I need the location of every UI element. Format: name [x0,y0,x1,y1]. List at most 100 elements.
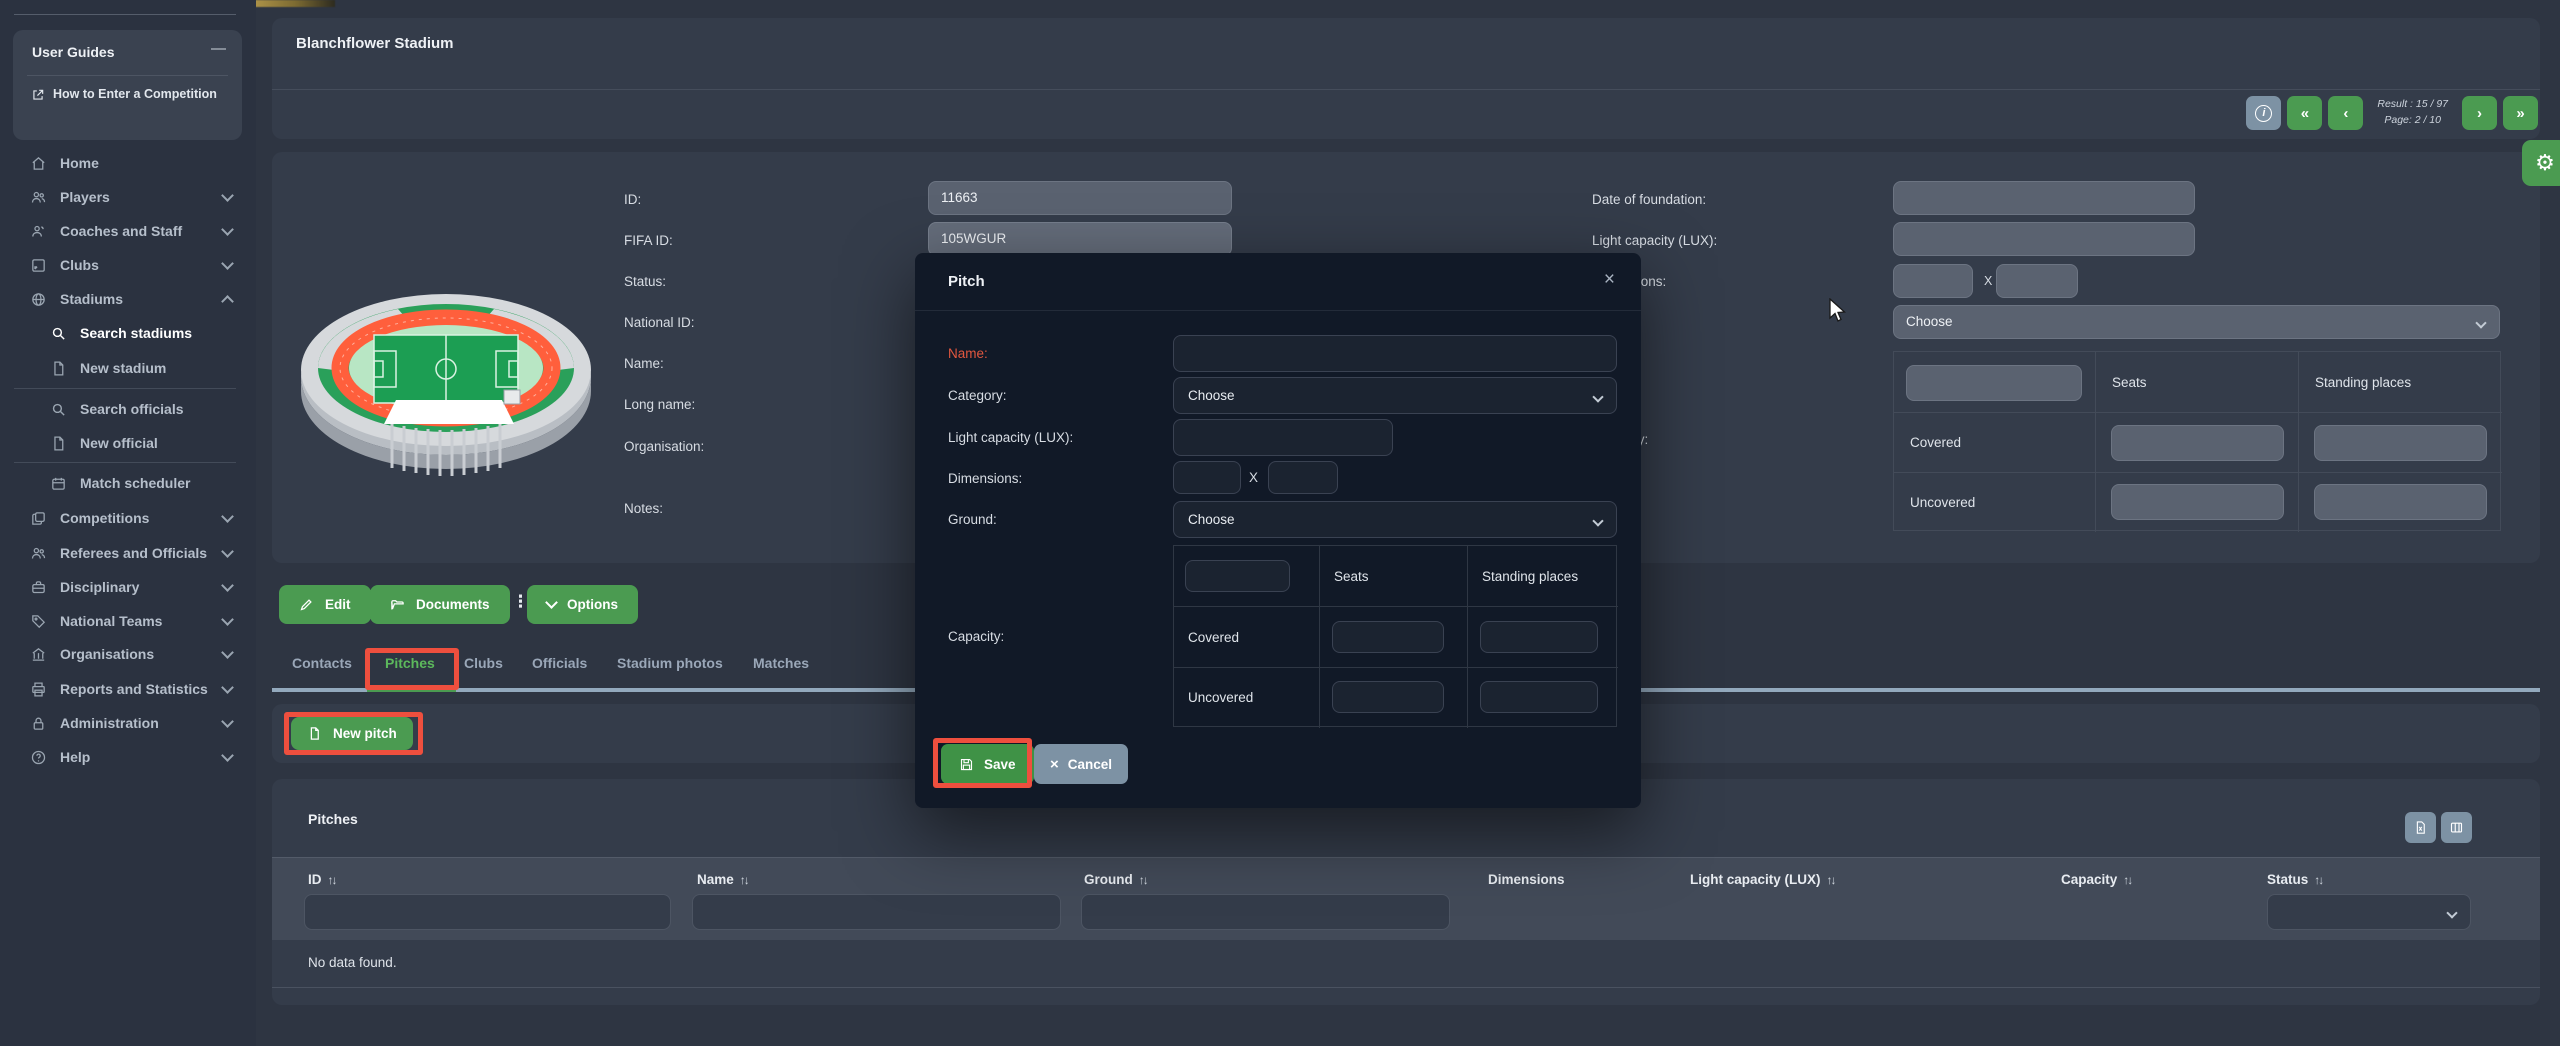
column-header-light-capacity[interactable]: Light capacity (LUX)↑↓ [1690,872,1835,887]
status-filter-select[interactable] [2267,894,2471,930]
column-header-status[interactable]: Status↑↓ [2267,872,2322,887]
pitch-category-label: Category: [948,388,1007,403]
sidebar-item-match-scheduler[interactable]: Match scheduler [0,466,256,500]
column-header-capacity[interactable]: Capacity↑↓ [2061,872,2131,887]
sidebar-item-new-stadium[interactable]: New stadium [0,351,256,385]
id-input[interactable]: 11663 [928,181,1232,215]
uncovered-standing-input[interactable] [1480,681,1598,713]
sidebar-item-competitions[interactable]: Competitions [0,501,256,535]
copy-icon [30,510,47,527]
prev-page-button[interactable]: ‹ [2328,96,2363,130]
first-page-button[interactable]: « [2287,96,2322,130]
notes-label: Notes: [624,501,663,516]
covered-seats-cell [1320,607,1468,668]
external-link-icon [31,88,45,107]
organisation-label: Organisation: [624,439,704,454]
close-icon[interactable]: × [1604,269,1615,291]
tab-officials[interactable]: Officials [532,655,587,671]
tab-contacts[interactable]: Contacts [292,655,352,671]
pitch-name-input[interactable] [1173,335,1617,372]
sidebar-item-help[interactable]: Help [0,740,256,774]
divider [14,462,236,463]
fifa-id-input[interactable]: 105WGUR [928,222,1232,256]
dimension-width-input[interactable] [1996,264,2078,298]
tab-pitches[interactable]: Pitches [385,655,435,671]
sidebar-item-home[interactable]: Home [0,146,256,180]
covered-standing-input[interactable] [2314,425,2487,461]
last-page-button[interactable]: » [2503,96,2538,130]
cancel-button[interactable]: × Cancel [1034,744,1128,784]
sidebar-item-administration[interactable]: Administration [0,706,256,740]
capacity-row-label-input[interactable] [1185,560,1290,592]
sidebar-item-stadiums[interactable]: Stadiums [0,282,256,316]
uncovered-seats-input[interactable] [1332,681,1444,713]
chevron-down-icon [1592,391,1603,402]
capacity-table: Seats Standing places Covered Uncovered [1893,351,2501,531]
name-filter-input[interactable] [692,894,1061,930]
export-excel-button[interactable] [2405,812,2436,843]
sidebar-item-search-stadiums[interactable]: Search stadiums [0,316,256,350]
user-guides-title: User Guides [32,44,114,60]
divider [14,388,236,389]
sidebar-item-reports-and-statistics[interactable]: Reports and Statistics [0,672,256,706]
documents-button[interactable]: Documents [370,585,510,624]
active-tab-underline [367,688,456,692]
edit-button[interactable]: Edit [279,585,371,624]
sidebar-item-new-official[interactable]: New official [0,426,256,460]
status-label: Status: [624,274,666,289]
sidebar-item-coaches-and-staff[interactable]: Coaches and Staff [0,214,256,248]
dimension-length-input[interactable] [1893,264,1973,298]
pitch-category-select[interactable]: Choose [1173,377,1617,414]
pitch-light-capacity-input[interactable] [1173,419,1393,456]
ground-select[interactable]: Choose [1893,305,2500,339]
gear-icon: ⚙ [2535,150,2555,176]
light-capacity-input[interactable] [1893,222,2195,256]
tab-matches[interactable]: Matches [753,655,809,671]
ground-filter-input[interactable] [1081,894,1450,930]
sidebar-item-search-officials[interactable]: Search officials [0,392,256,426]
pitch-dimension-width-input[interactable] [1268,461,1338,494]
next-page-button[interactable]: › [2462,96,2497,130]
uncovered-seats-cell [2096,473,2299,532]
sidebar-item-referees-and-officials[interactable]: Referees and Officials [0,536,256,570]
chevron-down-icon [221,646,234,659]
file-icon [307,726,322,741]
tab-stadium-photos[interactable]: Stadium photos [617,655,723,671]
covered-seats-input[interactable] [1332,621,1444,653]
id-filter-input[interactable] [304,894,671,930]
settings-gear-button[interactable]: ⚙ [2522,140,2560,186]
sidebar-item-players[interactable]: Players [0,180,256,214]
sidebar-item-national-teams[interactable]: National Teams [0,604,256,638]
uncovered-seats-input[interactable] [2111,484,2284,520]
pitch-dimension-length-input[interactable] [1173,461,1241,494]
sidebar-item-clubs[interactable]: Clubs [0,248,256,282]
capacity-row-label-input[interactable] [1906,365,2082,401]
help-icon [30,749,47,766]
pitch-ground-select[interactable]: Choose [1173,501,1617,538]
user-guides-link[interactable]: How to Enter a Competition [31,86,231,107]
save-button[interactable]: Save [941,744,1034,784]
users-icon [30,545,47,562]
minimize-icon[interactable]: — [211,40,226,57]
pencil-icon [299,597,314,612]
page-title: Blanchflower Stadium [296,35,454,52]
column-header-id[interactable]: ID↑↓ [308,872,336,887]
info-button[interactable]: i [2246,96,2281,130]
new-pitch-button[interactable]: New pitch [291,717,413,750]
options-button[interactable]: Options [527,585,638,624]
covered-seats-input[interactable] [2111,425,2284,461]
covered-standing-input[interactable] [1480,621,1598,653]
briefcase-icon [30,579,47,596]
tab-clubs[interactable]: Clubs [464,655,503,671]
uncovered-standing-input[interactable] [2314,484,2487,520]
lock-icon [30,715,47,732]
chevron-down-icon [221,681,234,694]
column-header-ground[interactable]: Ground↑↓ [1084,872,1147,887]
column-settings-button[interactable] [2441,812,2472,843]
date-of-foundation-input[interactable] [1893,181,2195,215]
sidebar-item-organisations[interactable]: Organisations [0,637,256,671]
sidebar-item-disciplinary[interactable]: Disciplinary [0,570,256,604]
column-header-name[interactable]: Name↑↓ [697,872,748,887]
sort-icon: ↑↓ [740,873,748,887]
seats-column-header: Seats [1320,546,1468,607]
